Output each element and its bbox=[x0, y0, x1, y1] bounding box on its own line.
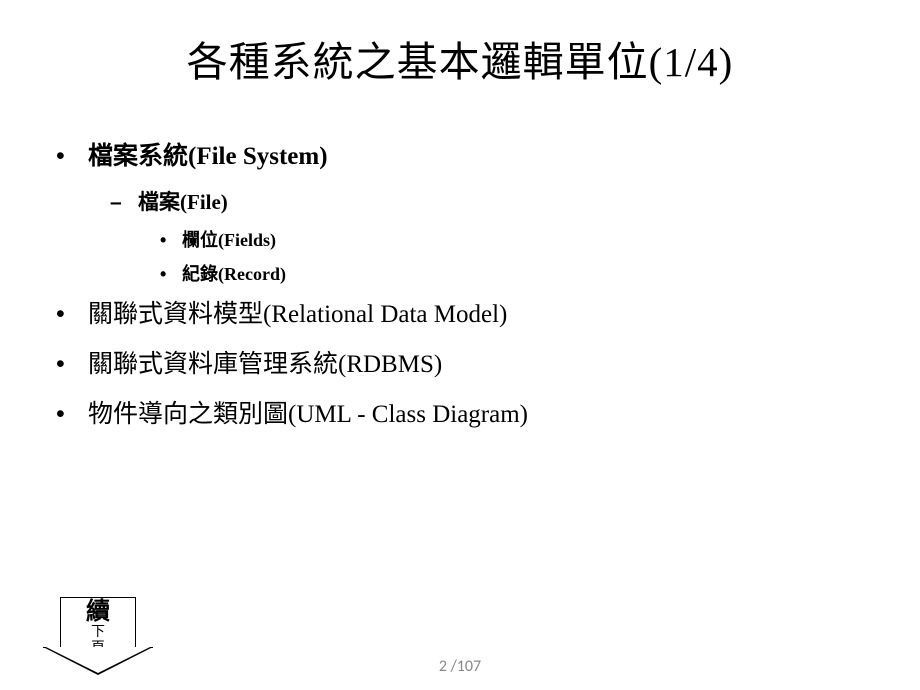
page-number: 2 /107 bbox=[0, 657, 920, 676]
bullet-icon: • bbox=[160, 230, 182, 251]
list-item: • 關聯式資料模型(Relational Data Model) bbox=[50, 294, 870, 330]
bullet-icon: • bbox=[50, 142, 88, 171]
list-item: • 物件導向之類別圖(UML - Class Diagram) bbox=[50, 394, 870, 430]
item-text: 紀錄(Record) bbox=[182, 260, 286, 286]
item-text: 關聯式資料庫管理系統(RDBMS) bbox=[88, 344, 442, 380]
item-text: 物件導向之類別圖(UML - Class Diagram) bbox=[88, 394, 528, 430]
list-item: • 紀錄(Record) bbox=[50, 260, 870, 286]
slide-title: 各種系統之基本邏輯單位(1/4) bbox=[0, 0, 920, 88]
item-text: 檔案(File) bbox=[138, 186, 228, 216]
list-item: • 關聯式資料庫管理系統(RDBMS) bbox=[50, 344, 870, 380]
bullet-icon: • bbox=[160, 264, 182, 285]
bullet-icon: • bbox=[50, 400, 88, 429]
arrow-label-sub: 下 bbox=[91, 625, 105, 640]
bullet-icon: • bbox=[50, 350, 88, 379]
item-text: 關聯式資料模型(Relational Data Model) bbox=[88, 294, 507, 330]
slide-content: • 檔案系統(File System) – 檔案(File) • 欄位(Fiel… bbox=[0, 88, 920, 430]
item-text: 檔案系統(File System) bbox=[88, 136, 328, 172]
bullet-icon: • bbox=[50, 300, 88, 329]
list-item: – 檔案(File) bbox=[50, 186, 870, 216]
list-item: • 欄位(Fields) bbox=[50, 226, 870, 252]
dash-icon: – bbox=[110, 191, 138, 215]
list-item: • 檔案系統(File System) bbox=[50, 136, 870, 172]
arrow-label-main: 續 bbox=[86, 600, 110, 624]
item-text: 欄位(Fields) bbox=[182, 226, 276, 252]
